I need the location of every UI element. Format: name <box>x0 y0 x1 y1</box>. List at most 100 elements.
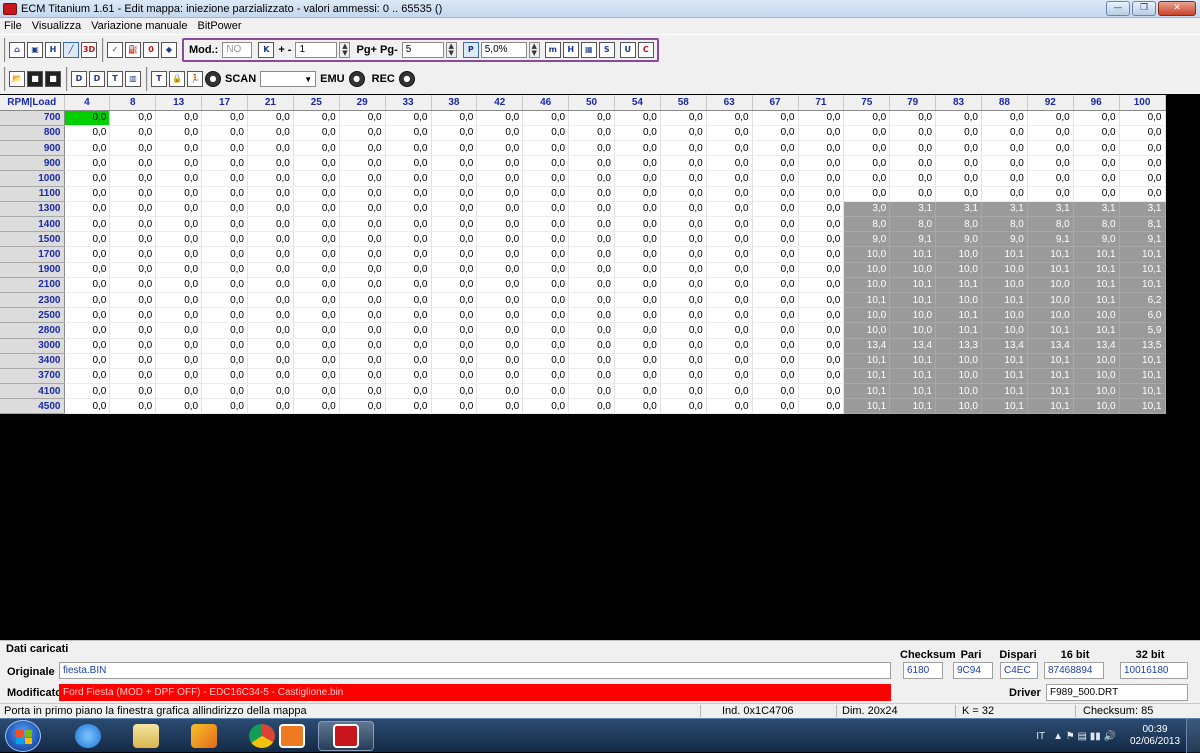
grid-cell[interactable]: 0,0 <box>752 201 799 218</box>
grid-cell[interactable]: 0,0 <box>614 383 661 400</box>
grid-cell[interactable]: 0,0 <box>431 262 478 278</box>
grid-cell[interactable]: 0,0 <box>889 186 937 202</box>
grid-cell[interactable]: 0,0 <box>568 383 615 400</box>
grid-cell[interactable]: 0,0 <box>247 353 294 369</box>
grid-cell[interactable]: 0,0 <box>155 170 203 187</box>
grid-cell[interactable]: 8,0 <box>889 216 937 233</box>
grid-cell[interactable]: 6,0 <box>1119 307 1166 324</box>
grid-column-header[interactable]: 88 <box>981 95 1028 111</box>
grid-cell[interactable]: 10,1 <box>935 277 982 293</box>
runner-icon[interactable]: 🏃 <box>187 71 203 87</box>
grid-cell[interactable]: 0,0 <box>247 368 294 385</box>
grid-cell[interactable]: 0,0 <box>889 125 937 142</box>
grid-cell[interactable]: 0,0 <box>522 262 570 278</box>
grid-cell[interactable]: 0,0 <box>568 186 615 202</box>
grid-cell[interactable]: 0,0 <box>201 170 248 187</box>
grid-cell[interactable]: 0,0 <box>339 383 386 400</box>
grid-cell[interactable]: 0,0 <box>935 125 982 142</box>
grid-cell[interactable]: 0,0 <box>385 368 432 385</box>
grid-cell[interactable]: 10,1 <box>981 292 1028 309</box>
grid-cell[interactable]: 0,0 <box>476 307 524 324</box>
grid-cell[interactable]: 0,0 <box>155 322 203 339</box>
grid-cell[interactable]: 0,0 <box>798 338 845 354</box>
grid-cell[interactable]: 0,0 <box>201 246 248 263</box>
grid-cell[interactable]: 0,0 <box>1027 170 1074 187</box>
grid-cell[interactable]: 10,1 <box>889 368 937 385</box>
grid-cell[interactable]: 0,0 <box>614 307 661 324</box>
grid-cell[interactable]: 8,0 <box>843 216 891 233</box>
checksum-field[interactable]: 6180 <box>903 662 943 679</box>
grid-cell[interactable]: 0,0 <box>431 398 478 415</box>
grid-cell[interactable]: 10,1 <box>843 292 891 309</box>
grid-cell[interactable]: 0,0 <box>706 201 753 218</box>
d1-icon[interactable]: D <box>71 71 87 87</box>
grid-cell[interactable]: 0,0 <box>339 262 386 278</box>
grid-cell[interactable]: 0,0 <box>752 353 799 369</box>
grid-cell[interactable]: 0,0 <box>293 338 340 354</box>
grid-cell[interactable]: 0,0 <box>843 110 891 126</box>
grid-cell[interactable]: 9,1 <box>1027 231 1074 248</box>
grid-row-header[interactable]: 2100 <box>0 277 65 293</box>
grid-cell[interactable]: 0,0 <box>385 186 432 202</box>
grid-cell[interactable]: 0,0 <box>201 110 248 126</box>
plusminus-spinner[interactable]: ▲ ▼ <box>339 41 351 58</box>
grid-cell[interactable]: 0,0 <box>339 246 386 263</box>
grid-cell[interactable]: 8,0 <box>1073 216 1120 233</box>
grid-cell[interactable]: 0,0 <box>660 216 707 233</box>
grid-cell[interactable]: 0,0 <box>385 307 432 324</box>
graph-icon[interactable]: ╱ <box>63 41 79 58</box>
grid-cell[interactable]: 0,0 <box>64 353 111 369</box>
grid-cell[interactable]: 10,1 <box>889 277 937 293</box>
grid-column-header[interactable]: 29 <box>339 95 386 111</box>
grid-cell[interactable]: 0,0 <box>293 231 340 248</box>
grid-cell[interactable]: 0,0 <box>614 353 661 369</box>
grid-cell[interactable]: 10,0 <box>981 277 1028 293</box>
grid-cell[interactable]: 9,1 <box>889 231 937 248</box>
grid-cell[interactable]: 0,0 <box>1073 186 1120 202</box>
grid-cell[interactable]: 0,0 <box>201 155 248 172</box>
grid-cell[interactable]: 10,1 <box>935 307 982 324</box>
grid-cell[interactable]: 0,0 <box>935 155 982 172</box>
grid-cell[interactable]: 0,0 <box>1027 186 1074 202</box>
grid-row-header[interactable]: 1500 <box>0 231 65 248</box>
grid-cell[interactable]: 0,0 <box>293 262 340 278</box>
grid-cell[interactable]: 0,0 <box>431 246 478 263</box>
grid-column-header[interactable]: 67 <box>752 95 799 111</box>
grid-cell[interactable]: 0,0 <box>476 110 524 126</box>
grid-cell[interactable]: 10,1 <box>1119 383 1166 400</box>
language-indicator[interactable]: IT <box>1036 731 1045 742</box>
grid-cell[interactable]: 0,0 <box>981 186 1028 202</box>
grid-cell[interactable]: 10,1 <box>843 383 891 400</box>
grid-cell[interactable]: 13,4 <box>1073 338 1120 354</box>
grid-cell[interactable]: 0,0 <box>247 140 294 157</box>
grid-cell[interactable]: 0,0 <box>522 231 570 248</box>
grid-column-header[interactable]: 58 <box>660 95 707 111</box>
grid-cell[interactable]: 8,0 <box>981 216 1028 233</box>
grid-row-header[interactable]: 800 <box>0 125 65 142</box>
grid-cell[interactable]: 0,0 <box>155 201 203 218</box>
grid-cell[interactable]: 0,0 <box>64 398 111 415</box>
grid-cell[interactable]: 0,0 <box>247 277 294 293</box>
grid-cell[interactable]: 0,0 <box>798 201 845 218</box>
grid-cell[interactable]: 0,0 <box>752 322 799 339</box>
grid-cell[interactable]: 0,0 <box>201 398 248 415</box>
grid-cell[interactable]: 0,0 <box>431 110 478 126</box>
grid-cell[interactable]: 10,1 <box>843 398 891 415</box>
grid-cell[interactable]: 0,0 <box>614 338 661 354</box>
grid-column-header[interactable]: 96 <box>1073 95 1120 111</box>
grid-cell[interactable]: 0,0 <box>109 307 157 324</box>
menu-file[interactable]: File <box>4 20 22 32</box>
grid-cell[interactable]: 0,0 <box>798 383 845 400</box>
grid-cell[interactable]: 0,0 <box>155 216 203 233</box>
grid-cell[interactable]: 0,0 <box>431 383 478 400</box>
grid-cell[interactable]: 0,0 <box>64 140 111 157</box>
grid-cell[interactable]: 0,0 <box>201 140 248 157</box>
grid-cell[interactable]: 0,0 <box>64 277 111 293</box>
grid-cell[interactable]: 0,0 <box>660 231 707 248</box>
grid-cell[interactable]: 10,0 <box>935 383 982 400</box>
grid-cell[interactable]: 0,0 <box>339 216 386 233</box>
grid-cell[interactable]: 0,0 <box>522 140 570 157</box>
grid-row-header[interactable]: 2300 <box>0 292 65 309</box>
grid-cell[interactable]: 10,1 <box>981 246 1028 263</box>
grid-cell[interactable]: 0,0 <box>109 383 157 400</box>
